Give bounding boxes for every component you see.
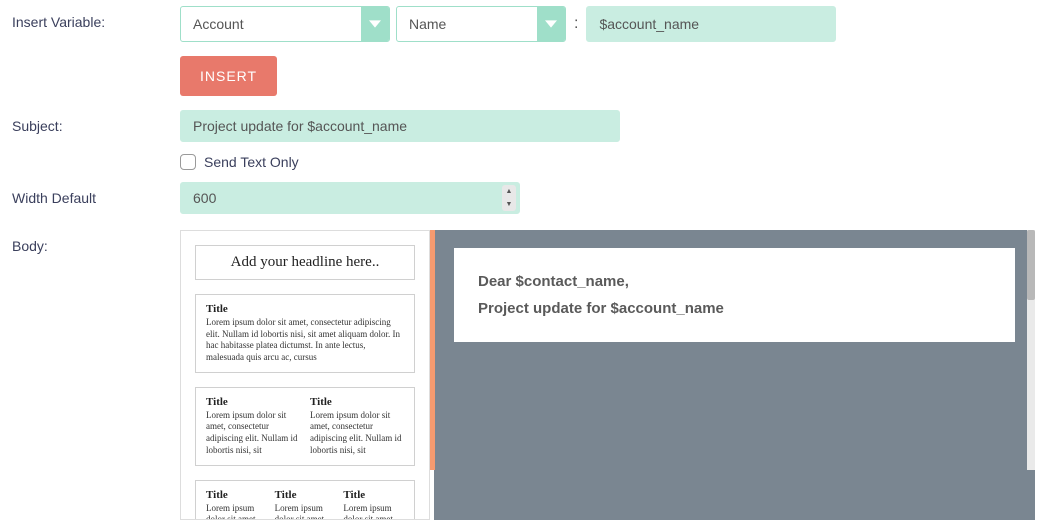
templates-panel: Add your headline here.. Title Lorem ips… [180, 230, 430, 520]
chevron-up-icon[interactable]: ▲ [502, 185, 516, 198]
send-text-only-checkbox[interactable] [180, 154, 196, 170]
template-text: Lorem ipsum dolor sit amet, consectetur … [343, 503, 404, 520]
preview-line-2: Project update for $account_name [478, 295, 991, 322]
template-title: Title [206, 489, 267, 501]
subject-label: Subject: [0, 110, 180, 134]
width-default-input[interactable]: 600 ▲ ▼ [180, 182, 520, 214]
template-two-column[interactable]: Title Lorem ipsum dolor sit amet, consec… [195, 387, 415, 466]
template-title: Title [310, 396, 404, 408]
body-label: Body: [0, 230, 180, 254]
module-select[interactable]: Account [180, 6, 390, 42]
chevron-down-icon[interactable]: ▼ [502, 198, 516, 211]
send-text-only-label: Send Text Only [204, 154, 299, 170]
template-text: Lorem ipsum dolor sit amet, consectetur … [310, 410, 404, 457]
insert-variable-label: Insert Variable: [0, 6, 180, 30]
preview-panel: Dear $contact_name, Project update for $… [430, 230, 1035, 520]
template-text: Lorem ipsum dolor sit amet, consectetur … [206, 317, 404, 364]
template-headline[interactable]: Add your headline here.. [195, 245, 415, 280]
module-select-value: Account [181, 7, 361, 41]
template-text: Lorem ipsum dolor sit amet, consectetur … [206, 410, 300, 457]
variable-colon: : [572, 15, 580, 33]
template-single-column[interactable]: Title Lorem ipsum dolor sit amet, consec… [195, 294, 415, 373]
preview-accent-bar [430, 230, 435, 470]
template-title: Title [206, 396, 300, 408]
width-default-label: Width Default [0, 182, 180, 206]
variable-display: $account_name [586, 6, 836, 42]
template-text: Lorem ipsum dolor sit amet, consectetur … [206, 503, 267, 520]
preview-background: Dear $contact_name, Project update for $… [434, 230, 1035, 520]
chevron-down-icon [537, 7, 565, 41]
scrollbar-thumb[interactable] [1027, 230, 1035, 300]
preview-card[interactable]: Dear $contact_name, Project update for $… [454, 248, 1015, 342]
template-title: Title [206, 303, 404, 315]
field-select[interactable]: Name [396, 6, 566, 42]
template-title: Title [275, 489, 336, 501]
preview-line-1: Dear $contact_name, [478, 268, 991, 295]
template-text: Lorem ipsum dolor sit amet, consectetur … [275, 503, 336, 520]
insert-button[interactable]: INSERT [180, 56, 277, 96]
subject-input[interactable] [180, 110, 620, 142]
chevron-down-icon [361, 7, 389, 41]
template-title: Title [343, 489, 404, 501]
field-select-value: Name [397, 7, 537, 41]
width-default-value: 600 [193, 190, 502, 206]
